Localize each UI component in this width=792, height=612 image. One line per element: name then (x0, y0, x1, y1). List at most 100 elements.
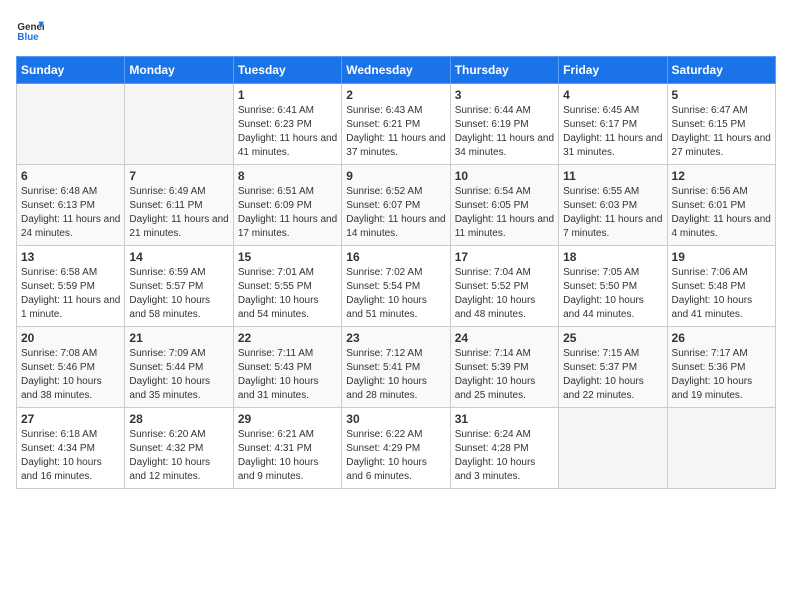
day-info: Sunrise: 6:55 AMSunset: 6:03 PMDaylight:… (563, 185, 662, 241)
day-info: Sunrise: 6:44 AMSunset: 6:19 PMDaylight:… (455, 104, 554, 160)
day-number: 9 (346, 169, 445, 183)
day-number: 15 (238, 250, 337, 264)
svg-text:Blue: Blue (17, 32, 39, 43)
col-header-saturday: Saturday (667, 57, 775, 84)
calendar-cell: 7 Sunrise: 6:49 AMSunset: 6:11 PMDaylight… (125, 165, 233, 246)
day-number: 7 (129, 169, 228, 183)
day-number: 13 (21, 250, 120, 264)
calendar-cell: 16 Sunrise: 7:02 AMSunset: 5:54 PMDayligh… (342, 246, 450, 327)
day-number: 31 (455, 412, 554, 426)
day-number: 14 (129, 250, 228, 264)
calendar-cell: 31 Sunrise: 6:24 AMSunset: 4:28 PMDayligh… (450, 408, 558, 489)
logo-icon: General Blue (16, 16, 44, 44)
day-info: Sunrise: 6:47 AMSunset: 6:15 PMDaylight:… (672, 104, 771, 160)
day-info: Sunrise: 6:58 AMSunset: 5:59 PMDaylight:… (21, 266, 120, 322)
day-info: Sunrise: 6:54 AMSunset: 6:05 PMDaylight:… (455, 185, 554, 241)
calendar-cell: 26 Sunrise: 7:17 AMSunset: 5:36 PMDayligh… (667, 327, 775, 408)
calendar-cell: 19 Sunrise: 7:06 AMSunset: 5:48 PMDayligh… (667, 246, 775, 327)
calendar-cell: 10Sunrise: 6:54 AMSunset: 6:05 PMDayligh… (450, 165, 558, 246)
day-number: 12 (672, 169, 771, 183)
calendar-cell: 1Sunrise: 6:41 AMSunset: 6:23 PMDaylight… (233, 84, 341, 165)
calendar-cell: 6 Sunrise: 6:48 AMSunset: 6:13 PMDaylight… (17, 165, 125, 246)
calendar-cell: 11 Sunrise: 6:55 AMSunset: 6:03 PMDayligh… (559, 165, 667, 246)
calendar-cell (125, 84, 233, 165)
calendar-cell: 22 Sunrise: 7:11 AMSunset: 5:43 PMDayligh… (233, 327, 341, 408)
calendar-cell: 24 Sunrise: 7:14 AMSunset: 5:39 PMDayligh… (450, 327, 558, 408)
day-number: 5 (672, 88, 771, 102)
calendar-cell: 20 Sunrise: 7:08 AMSunset: 5:46 PMDayligh… (17, 327, 125, 408)
calendar-cell: 17 Sunrise: 7:04 AMSunset: 5:52 PMDayligh… (450, 246, 558, 327)
day-info: Sunrise: 7:05 AMSunset: 5:50 PMDaylight:… (563, 266, 662, 322)
col-header-thursday: Thursday (450, 57, 558, 84)
calendar-cell: 5 Sunrise: 6:47 AMSunset: 6:15 PMDaylight… (667, 84, 775, 165)
calendar-cell (559, 408, 667, 489)
day-info: Sunrise: 6:18 AMSunset: 4:34 PMDaylight:… (21, 428, 120, 484)
day-number: 27 (21, 412, 120, 426)
day-info: Sunrise: 6:43 AMSunset: 6:21 PMDaylight:… (346, 104, 445, 160)
calendar-cell: 2 Sunrise: 6:43 AMSunset: 6:21 PMDaylight… (342, 84, 450, 165)
day-number: 20 (21, 331, 120, 345)
day-info: Sunrise: 7:04 AMSunset: 5:52 PMDaylight:… (455, 266, 554, 322)
calendar-cell: 21 Sunrise: 7:09 AMSunset: 5:44 PMDayligh… (125, 327, 233, 408)
calendar-cell (17, 84, 125, 165)
calendar-cell: 23 Sunrise: 7:12 AMSunset: 5:41 PMDayligh… (342, 327, 450, 408)
day-number: 23 (346, 331, 445, 345)
calendar-cell: 28Sunrise: 6:20 AMSunset: 4:32 PMDayligh… (125, 408, 233, 489)
calendar-cell: 30 Sunrise: 6:22 AMSunset: 4:29 PMDayligh… (342, 408, 450, 489)
day-info: Sunrise: 6:59 AMSunset: 5:57 PMDaylight:… (129, 266, 228, 322)
day-number: 6 (21, 169, 120, 183)
day-info: Sunrise: 7:02 AMSunset: 5:54 PMDaylight:… (346, 266, 445, 322)
day-number: 30 (346, 412, 445, 426)
day-info: Sunrise: 7:09 AMSunset: 5:44 PMDaylight:… (129, 347, 228, 403)
col-header-wednesday: Wednesday (342, 57, 450, 84)
col-header-sunday: Sunday (17, 57, 125, 84)
calendar-cell: 25 Sunrise: 7:15 AMSunset: 5:37 PMDayligh… (559, 327, 667, 408)
day-info: Sunrise: 7:01 AMSunset: 5:55 PMDaylight:… (238, 266, 337, 322)
col-header-tuesday: Tuesday (233, 57, 341, 84)
day-info: Sunrise: 6:24 AMSunset: 4:28 PMDaylight:… (455, 428, 554, 484)
day-info: Sunrise: 6:22 AMSunset: 4:29 PMDaylight:… (346, 428, 445, 484)
calendar-cell: 8Sunrise: 6:51 AMSunset: 6:09 PMDaylight… (233, 165, 341, 246)
day-info: Sunrise: 7:12 AMSunset: 5:41 PMDaylight:… (346, 347, 445, 403)
day-info: Sunrise: 7:17 AMSunset: 5:36 PMDaylight:… (672, 347, 771, 403)
day-info: Sunrise: 6:52 AMSunset: 6:07 PMDaylight:… (346, 185, 445, 241)
day-info: Sunrise: 7:11 AMSunset: 5:43 PMDaylight:… (238, 347, 337, 403)
day-info: Sunrise: 6:20 AMSunset: 4:32 PMDaylight:… (129, 428, 228, 484)
logo: General Blue (16, 16, 48, 44)
day-number: 18 (563, 250, 662, 264)
calendar-cell: 12 Sunrise: 6:56 AMSunset: 6:01 PMDayligh… (667, 165, 775, 246)
day-info: Sunrise: 6:48 AMSunset: 6:13 PMDaylight:… (21, 185, 120, 241)
day-info: Sunrise: 7:08 AMSunset: 5:46 PMDaylight:… (21, 347, 120, 403)
day-number: 25 (563, 331, 662, 345)
day-number: 1 (238, 88, 337, 102)
calendar-cell: 27 Sunrise: 6:18 AMSunset: 4:34 PMDayligh… (17, 408, 125, 489)
day-info: Sunrise: 7:14 AMSunset: 5:39 PMDaylight:… (455, 347, 554, 403)
day-number: 19 (672, 250, 771, 264)
day-number: 21 (129, 331, 228, 345)
calendar-cell: 18 Sunrise: 7:05 AMSunset: 5:50 PMDayligh… (559, 246, 667, 327)
calendar-cell: 14 Sunrise: 6:59 AMSunset: 5:57 PMDayligh… (125, 246, 233, 327)
day-number: 17 (455, 250, 554, 264)
day-number: 29 (238, 412, 337, 426)
calendar-cell: 4Sunrise: 6:45 AMSunset: 6:17 PMDaylight… (559, 84, 667, 165)
calendar-cell (667, 408, 775, 489)
calendar-cell: 9 Sunrise: 6:52 AMSunset: 6:07 PMDaylight… (342, 165, 450, 246)
day-number: 22 (238, 331, 337, 345)
day-number: 24 (455, 331, 554, 345)
day-info: Sunrise: 7:15 AMSunset: 5:37 PMDaylight:… (563, 347, 662, 403)
calendar-table: SundayMondayTuesdayWednesdayThursdayFrid… (16, 56, 776, 489)
day-info: Sunrise: 6:49 AMSunset: 6:11 PMDaylight:… (129, 185, 228, 241)
day-info: Sunrise: 7:06 AMSunset: 5:48 PMDaylight:… (672, 266, 771, 322)
day-number: 2 (346, 88, 445, 102)
day-number: 16 (346, 250, 445, 264)
day-number: 26 (672, 331, 771, 345)
calendar-cell: 29Sunrise: 6:21 AMSunset: 4:31 PMDayligh… (233, 408, 341, 489)
page-header: General Blue (16, 16, 776, 44)
calendar-cell: 13 Sunrise: 6:58 AMSunset: 5:59 PMDayligh… (17, 246, 125, 327)
day-number: 8 (238, 169, 337, 183)
day-number: 11 (563, 169, 662, 183)
col-header-friday: Friday (559, 57, 667, 84)
day-number: 3 (455, 88, 554, 102)
day-info: Sunrise: 6:56 AMSunset: 6:01 PMDaylight:… (672, 185, 771, 241)
calendar-cell: 3 Sunrise: 6:44 AMSunset: 6:19 PMDaylight… (450, 84, 558, 165)
